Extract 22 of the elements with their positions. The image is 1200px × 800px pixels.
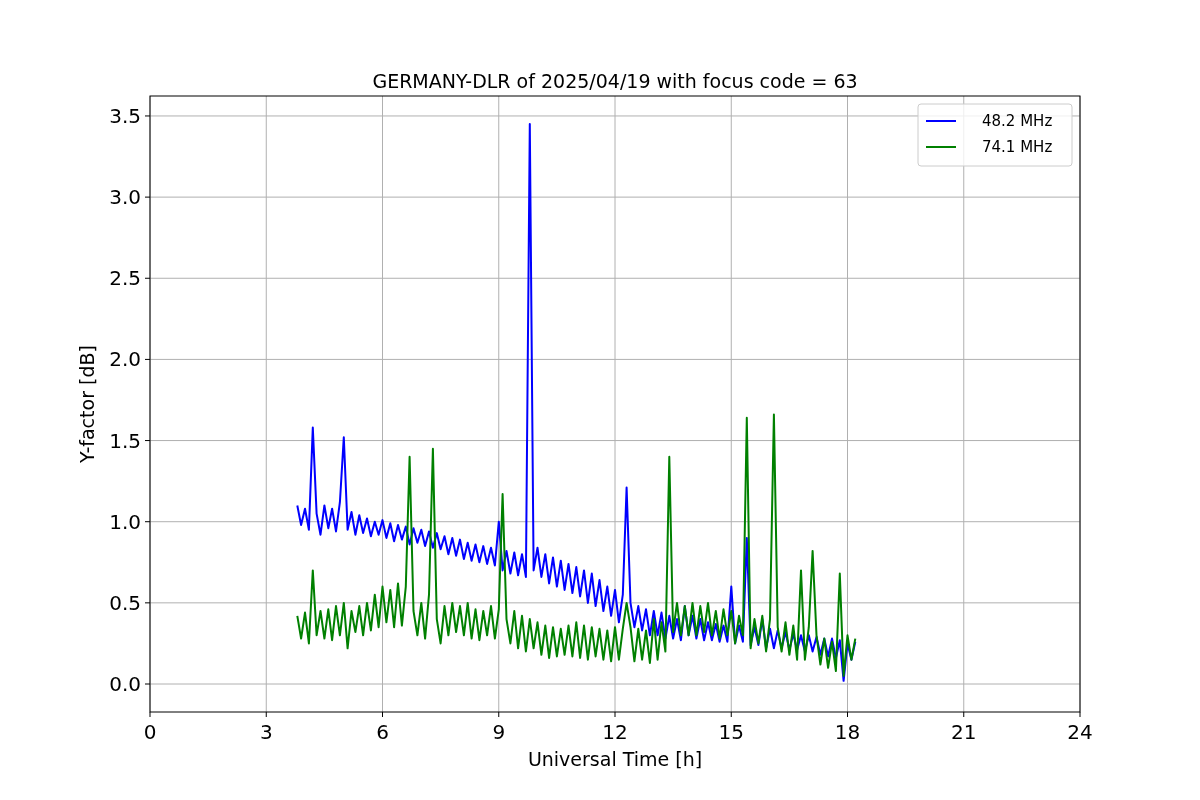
legend-label: 48.2 MHz: [982, 112, 1053, 130]
y-tick-label: 0.5: [109, 590, 141, 615]
y-tick-label: 3.0: [109, 185, 141, 210]
y-tick-label: 1.5: [109, 428, 141, 453]
y-axis-label: Y-factor [dB]: [76, 345, 98, 463]
y-tick-label: 0.0: [109, 672, 141, 696]
y-tick-label: 2.0: [109, 347, 141, 372]
y-tick-label: 1.0: [109, 509, 141, 534]
chart-title: GERMANY-DLR of 2025/04/19 with focus code = 63: [372, 70, 858, 92]
y-tick-label: 2.5: [109, 266, 141, 291]
x-tick-label: 12: [602, 720, 628, 744]
x-axis-label: Universal Time [h]: [527, 748, 703, 770]
x-tick-label: 15: [718, 720, 744, 744]
x-tick-label: 21: [951, 720, 977, 744]
x-tick-label: 6: [376, 720, 389, 744]
legend-label: 74.1 MHz: [982, 138, 1053, 156]
x-tick-label: 24: [1067, 720, 1093, 744]
y-tick-label: 3.5: [109, 103, 141, 128]
x-tick-label: 9: [492, 720, 506, 744]
x-tick-label: 18: [834, 720, 861, 744]
x-tick-label: 0: [143, 720, 157, 744]
x-tick-label: 3: [259, 720, 273, 744]
